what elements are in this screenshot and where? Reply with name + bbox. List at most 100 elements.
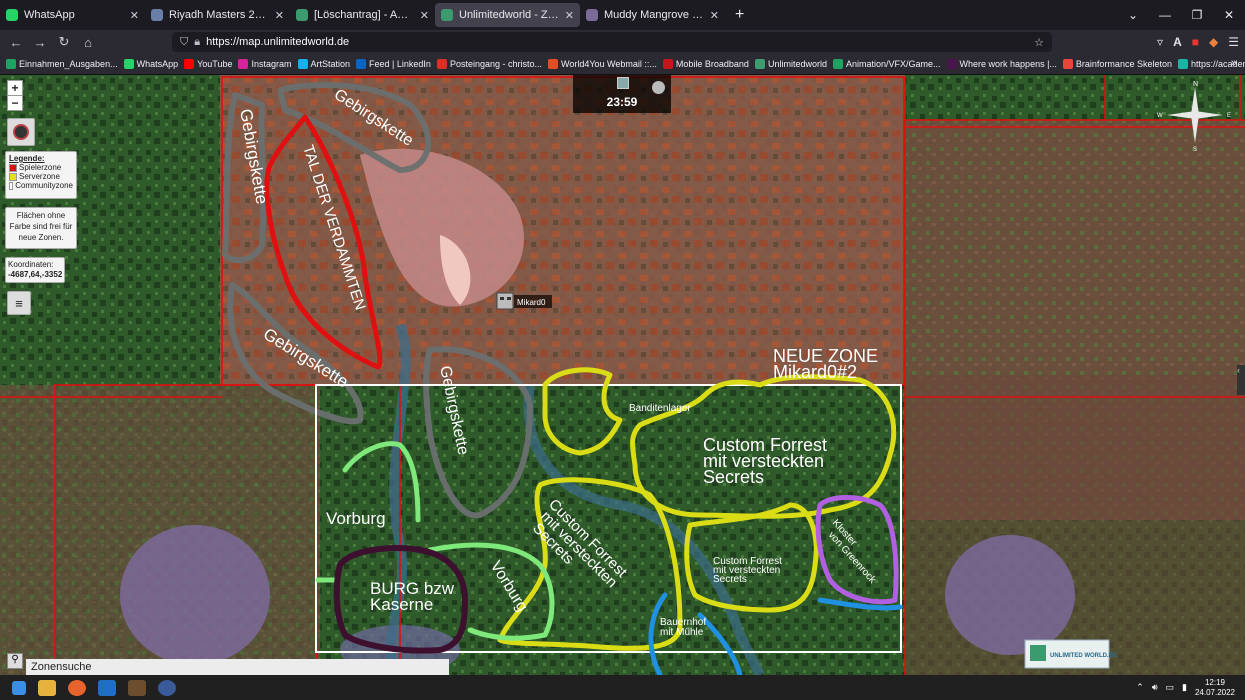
new-tab-button[interactable]: + <box>725 0 754 30</box>
tab-liquipedia[interactable]: Riyadh Masters 2022 - Liquipedia✕ <box>145 0 290 30</box>
close-tab-icon[interactable]: ✕ <box>130 9 139 22</box>
svg-text:UNLIMITED WORLD.DE: UNLIMITED WORLD.DE <box>1050 653 1117 659</box>
tab-minecraft-wiki[interactable]: Muddy Mangrove Roots - Minecraft✕ <box>580 0 725 30</box>
bookmark-item[interactable]: Posteingang - christo... <box>436 59 542 69</box>
label-forrest-small-3: Secrets <box>713 574 747 585</box>
close-tab-icon[interactable]: ✕ <box>420 9 429 22</box>
taskbar: ⌃ 🔊︎ ▭ ▮ 12:19 24.07.2022 <box>0 675 1245 700</box>
bookmark-item[interactable]: WhatsApp <box>123 59 178 69</box>
svg-text:W: W <box>1157 113 1163 119</box>
bookmarks-more-icon[interactable]: » <box>1231 57 1237 69</box>
bookmark-icon <box>832 59 843 69</box>
volume-icon[interactable]: 🔊︎ <box>1152 682 1158 693</box>
bookmark-icon <box>436 59 447 69</box>
legend-item: Serverzone <box>9 172 73 181</box>
bookmark-icon <box>238 59 249 69</box>
bookmark-item[interactable]: Where work happens |... <box>946 59 1057 69</box>
legend-swatch <box>9 181 14 190</box>
bookmark-icon <box>356 59 367 69</box>
label-vorburg-1: Vorburg <box>326 509 386 528</box>
star-icon[interactable]: ☆ <box>1034 36 1044 49</box>
bookmark-item[interactable]: Mobile Broadband <box>662 59 749 69</box>
svg-text:S: S <box>1193 147 1197 153</box>
bookmark-item[interactable]: Instagram <box>238 59 292 69</box>
bookmark-item[interactable]: Feed | LinkedIn <box>356 59 431 69</box>
system-clock[interactable]: 12:19 24.07.2022 <box>1195 678 1235 698</box>
time-panel: 23:59 <box>573 75 671 113</box>
network-icon[interactable]: ▭ <box>1165 682 1174 693</box>
legend-panel: Legende: Spielerzone Serverzone Communityz… <box>5 151 77 199</box>
close-tab-icon[interactable]: ✕ <box>275 9 284 22</box>
bookmark-item[interactable]: Einnahmen_Ausgaben... <box>6 59 118 69</box>
reload-icon[interactable]: ↻ <box>52 34 76 50</box>
toolbar-icons: ▿ A ■ ◆ ☰ <box>1157 30 1239 54</box>
bookmark-icon <box>6 59 16 69</box>
bookmark-label: Posteingang - christo... <box>449 59 542 69</box>
close-tab-icon[interactable]: ✕ <box>710 9 719 22</box>
game-clock: 23:59 <box>606 95 638 109</box>
bookmark-item[interactable]: World4You Webmail ::... <box>548 59 657 69</box>
lock-icon[interactable]: 🔒︎ <box>194 36 200 49</box>
bookmark-label: Einnahmen_Ausgaben... <box>19 59 118 69</box>
map-canvas[interactable]: Gebirgskette Gebirgskette TAL DER VERDAM… <box>0 75 1245 675</box>
minecraft-icon <box>586 9 598 21</box>
close-tab-icon[interactable]: ✕ <box>565 9 574 22</box>
map-view[interactable]: Gebirgskette Gebirgskette TAL DER VERDAM… <box>0 75 1245 675</box>
coordinates-panel: Koordinaten: -4687,64,-3352 <box>5 257 65 283</box>
shield-icon[interactable]: ⛉ <box>180 36 188 49</box>
legend-title: Legende: <box>9 154 45 163</box>
bookmark-icon <box>662 59 673 69</box>
bookmark-icon <box>1062 59 1073 69</box>
bookmark-label: Instagram <box>251 59 292 69</box>
link-icon[interactable]: ⚲ <box>7 653 23 669</box>
minecraft-launcher-icon[interactable] <box>128 679 146 696</box>
bookmark-item[interactable]: Brainformance Skeleton <box>1062 59 1172 69</box>
chevron-down-icon[interactable]: ⌄ <box>1117 0 1149 30</box>
app-icon[interactable] <box>158 679 176 696</box>
legend-item: Spielerzone <box>9 163 73 172</box>
firefox-icon[interactable] <box>68 679 86 696</box>
zone-search-input[interactable]: Zonensuche <box>26 659 449 675</box>
svg-text:N: N <box>1193 81 1198 88</box>
bookmark-item[interactable]: Animation/VFX/Game... <box>832 59 941 69</box>
extension-red-icon[interactable]: ■ <box>1192 35 1199 49</box>
layers-icon[interactable]: ≡ <box>7 291 31 315</box>
pocket-icon[interactable]: ▿ <box>1157 35 1163 49</box>
bookmark-label: Feed | LinkedIn <box>369 59 431 69</box>
extension-fox-icon[interactable]: ◆ <box>1209 35 1218 49</box>
label-bauernhof-2: mit Mühle <box>660 627 704 638</box>
back-icon[interactable]: ← <box>4 35 28 50</box>
bookmark-icon <box>1177 59 1188 69</box>
legend-label: Communityzone <box>15 181 73 190</box>
system-tray: ⌃ 🔊︎ ▭ ▮ 12:19 24.07.2022 <box>1136 675 1235 700</box>
zoom-in-button[interactable]: + <box>7 80 23 96</box>
mail-icon[interactable] <box>98 679 116 696</box>
maximize-icon[interactable]: ❐ <box>1181 0 1213 30</box>
tab-zonenkarte[interactable]: Unlimitedworld - Zonenkarte✕ <box>435 3 580 27</box>
close-icon[interactable]: ✕ <box>1213 0 1245 30</box>
clock-date: 24.07.2022 <box>1194 687 1235 697</box>
battery-icon[interactable]: ▮ <box>1182 682 1187 693</box>
legend-swatch <box>9 163 17 172</box>
bookmark-item[interactable]: ArtStation <box>297 59 350 69</box>
home-icon[interactable]: ⌂ <box>76 35 100 50</box>
player-marker[interactable]: Mikard0 <box>496 292 552 310</box>
bookmark-item[interactable]: YouTube <box>184 59 232 69</box>
dimension-toggle[interactable] <box>7 118 35 146</box>
bookmark-icon <box>297 59 308 69</box>
url-bar[interactable]: ⛉ 🔒︎ https://map.unlimitedworld.de ☆ <box>172 32 1052 52</box>
menu-icon[interactable]: ☰ <box>1228 35 1239 49</box>
tab-loeschantrag[interactable]: [Löschantrag] - Antrag von Mikar✕ <box>290 0 435 30</box>
file-explorer-icon[interactable] <box>38 679 56 696</box>
account-icon[interactable]: A <box>1173 35 1182 49</box>
side-panel-toggle[interactable]: ‹ <box>1237 365 1245 395</box>
coordinates-value: -4687,64,-3352 <box>8 270 63 279</box>
tab-whatsapp[interactable]: WhatsApp ✕ <box>0 0 145 30</box>
legend-label: Spielerzone <box>19 163 62 172</box>
bookmark-item[interactable]: Unlimitedworld <box>754 59 827 69</box>
zoom-out-button[interactable]: − <box>7 95 23 111</box>
chevron-up-icon[interactable]: ⌃ <box>1136 682 1144 693</box>
windows-start-icon[interactable] <box>12 680 26 695</box>
minimize-icon[interactable]: — <box>1149 0 1181 30</box>
forward-icon[interactable]: → <box>28 35 52 50</box>
